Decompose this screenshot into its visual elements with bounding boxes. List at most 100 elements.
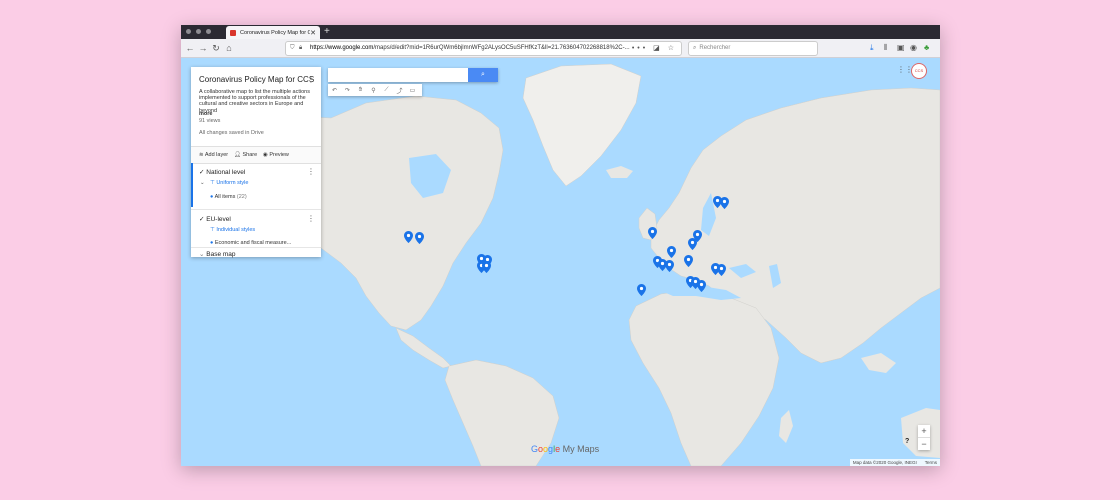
eye-icon: ◉	[263, 152, 268, 158]
map-marker[interactable]	[482, 261, 491, 273]
map-toolbar: ↶ ↷ ✋︎ ⚲ ⟋ ⤴ ▭	[328, 84, 422, 96]
share-button[interactable]: 👤︎ Share	[234, 147, 257, 163]
add-layer-button[interactable]: ≋ Add layer	[199, 147, 228, 163]
all-items-label: All items	[214, 194, 236, 200]
attribution-text: Map data ©2020 Google, INEGI	[852, 460, 917, 465]
maximize-window-dot[interactable]	[206, 29, 211, 34]
help-button[interactable]: ?	[905, 438, 909, 445]
map-marker[interactable]	[684, 255, 693, 267]
map-marker[interactable]	[688, 238, 697, 250]
map-marker[interactable]	[404, 231, 413, 243]
library-icon[interactable]: ⫴	[884, 42, 887, 54]
reload-icon[interactable]: ↻	[210, 42, 222, 54]
map-description[interactable]: A collaborative map to list the multiple…	[199, 89, 317, 114]
ruler-icon[interactable]: ▭	[406, 87, 419, 94]
url-domain: https://www.google.com	[310, 45, 374, 51]
chevron-down-icon[interactable]: ⌄	[199, 251, 204, 258]
map-marker[interactable]	[415, 232, 424, 244]
checkbox-checked-icon[interactable]: ✓	[199, 216, 204, 223]
forward-icon[interactable]: →	[197, 42, 209, 54]
person-add-icon: 👤︎	[234, 152, 241, 158]
map-options-icon[interactable]: ⋮	[307, 75, 315, 84]
preview-button[interactable]: ◉ Preview	[263, 147, 289, 163]
sidebar-icon[interactable]: ▣	[897, 42, 905, 54]
redo-icon[interactable]: ↷	[341, 87, 354, 94]
base-map-row[interactable]: ⌄ Base map	[191, 247, 321, 258]
map-search-button[interactable]: ⌕	[468, 68, 498, 82]
zoom-in-button[interactable]: +	[918, 425, 930, 437]
layer-eu-name[interactable]: EU-level	[206, 216, 231, 223]
browser-window: Coronavirus Policy Map for CCS ✕ + ← → ↻…	[181, 25, 940, 466]
add-directions-icon[interactable]: ⤴	[393, 86, 406, 95]
map-attribution: Map data ©2020 Google, INEGI Terms	[849, 459, 940, 466]
lock-icon[interactable]: 🔒︎	[299, 42, 302, 55]
account-logo[interactable]: CCS	[911, 63, 927, 79]
map-marker[interactable]	[665, 260, 674, 272]
layer-eu-row: ✓ EU-level	[199, 215, 231, 223]
map-marker[interactable]	[720, 197, 729, 209]
tab-close-icon[interactable]: ✕	[310, 29, 316, 37]
undo-icon[interactable]: ↶	[328, 87, 341, 94]
chevron-down-icon[interactable]: ⌄	[200, 180, 205, 186]
map-marker[interactable]	[717, 264, 726, 276]
url-bar[interactable]: ⛉ 🔒︎ https://www.google.com/maps/d/edit?…	[285, 41, 682, 56]
base-map-label-row: ⌄ Base map	[199, 250, 236, 258]
terms-link[interactable]: Terms	[925, 460, 937, 465]
minimize-window-dot[interactable]	[196, 29, 201, 34]
layer-national-name[interactable]: National level	[206, 169, 245, 176]
add-marker-icon[interactable]: ⚲	[367, 87, 380, 94]
back-icon[interactable]: ←	[184, 42, 196, 54]
share-label: Share	[242, 152, 258, 158]
pocket-icon[interactable]: ◪	[653, 45, 663, 52]
new-tab-button[interactable]: +	[324, 25, 330, 39]
draw-line-icon[interactable]: ⟋	[380, 87, 393, 94]
account-icon[interactable]: ◉	[910, 42, 917, 54]
layer-options-icon[interactable]: ⋮	[307, 214, 315, 223]
zoom-controls: + −	[918, 425, 930, 450]
map-marker[interactable]	[637, 284, 646, 296]
layer-national-row: ✓ National level	[199, 168, 245, 176]
url-path: /maps/d/edit?mid=1R6urQWm6bjlmnWFg2ALysO…	[373, 45, 630, 51]
search-placeholder: Rechercher	[699, 45, 731, 51]
google-my-maps-brand: Google My Maps	[531, 444, 600, 454]
layer-style-label: Individual styles	[216, 227, 256, 233]
hand-icon[interactable]: ✋︎	[354, 87, 367, 94]
view-count: 91 views	[199, 118, 221, 124]
bookmark-star-icon[interactable]: ☆	[668, 45, 677, 52]
paint-roller-icon: ⊤	[210, 180, 215, 186]
map-marker[interactable]	[648, 227, 657, 239]
extension-icon[interactable]: ♣	[924, 42, 929, 54]
layer-item-row[interactable]: ● Economic and fiscal measure...	[210, 240, 291, 246]
page-actions-icon[interactable]: •••	[632, 45, 648, 52]
layer-item-label: Economic and fiscal measure...	[214, 240, 292, 246]
zoom-out-button[interactable]: −	[918, 437, 930, 450]
search-icon: ⌕	[481, 71, 485, 78]
layer-options-icon[interactable]: ⋮	[307, 167, 315, 176]
shield-icon[interactable]: ⛉	[290, 42, 295, 55]
tab-active[interactable]: Coronavirus Policy Map for CCS ✕	[226, 26, 320, 39]
checkbox-checked-icon[interactable]: ✓	[199, 169, 204, 176]
map-search-box[interactable]: ⌕	[328, 68, 498, 82]
layer-eu[interactable]: ✓ EU-level ⋮ ⊤ Individual styles ● Econo…	[191, 209, 321, 250]
close-window-dot[interactable]	[186, 29, 191, 34]
more-link[interactable]: more	[199, 111, 212, 117]
tab-title: Coronavirus Policy Map for CCS	[240, 29, 311, 36]
marker-icon: ●	[210, 240, 214, 246]
home-icon[interactable]: ⌂	[223, 42, 235, 54]
url-text: https://www.google.com/maps/d/edit?mid=1…	[310, 42, 630, 55]
layer-national[interactable]: ✓ National level ⋮ ⌄ ⊤ Uniform style ● A…	[191, 163, 321, 207]
map-marker[interactable]	[697, 280, 706, 292]
favicon-icon	[230, 29, 236, 36]
layers-icon: ≋	[199, 152, 204, 158]
layer-style-label: Uniform style	[216, 180, 249, 186]
nav-bar: ← → ↻ ⌂ ⛉ 🔒︎ https://www.google.com/maps…	[181, 39, 940, 58]
map-canvas[interactable]: Coronavirus Policy Map for CCS ⋮ A colla…	[181, 58, 940, 466]
layer-style-link[interactable]: ⊤ Uniform style	[210, 180, 248, 186]
all-items-row[interactable]: ● All items (22)	[210, 194, 247, 200]
download-icon[interactable]: ⤓	[870, 42, 874, 54]
map-marker[interactable]	[667, 246, 676, 258]
add-layer-label: Add layer	[204, 152, 229, 158]
map-title[interactable]: Coronavirus Policy Map for CCS	[199, 75, 314, 84]
layer-style-link[interactable]: ⊤ Individual styles	[210, 227, 255, 233]
search-input[interactable]: ⌕ Rechercher	[688, 41, 818, 56]
